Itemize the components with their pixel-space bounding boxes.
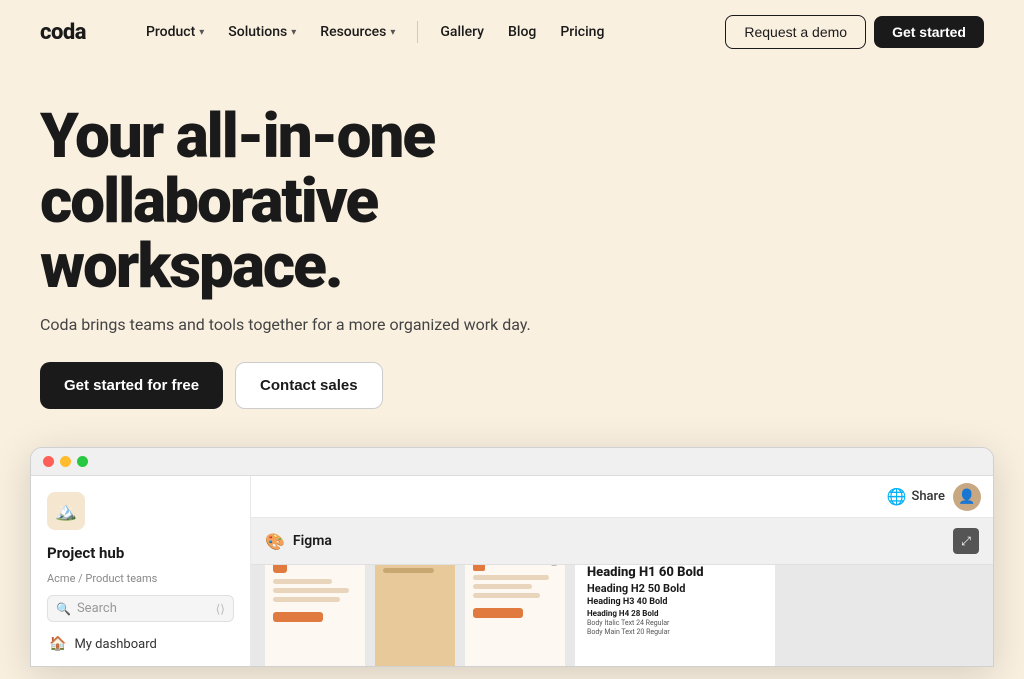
typography-h4: Heading H4 28 Bold (587, 609, 763, 618)
sidebar-search[interactable]: 🔍 Search ⟨⟩ (47, 595, 234, 622)
window-maximize-dot (77, 456, 88, 467)
canvas-area: ≡ Typography Heading H1 60 Bold Heading … (251, 565, 993, 666)
search-icon: 🔍 (56, 602, 71, 616)
nav-item-gallery[interactable]: Gallery (430, 18, 494, 46)
wf-line (273, 588, 349, 593)
wf-menu-icon: ≡ (551, 565, 557, 570)
nav-label-gallery: Gallery (440, 24, 484, 40)
sidebar-subtitle: Acme / Product teams (47, 572, 234, 585)
wf-line (473, 584, 532, 589)
wf-line (383, 568, 434, 573)
main-content: 🌐 Share 👤 🎨 Figma ⤢ (251, 476, 993, 666)
main-topbar: 🌐 Share 👤 (251, 476, 993, 518)
wf-icon-block (273, 565, 287, 573)
nav-links: Product ▾ Solutions ▾ Resources ▾ Galler… (136, 18, 725, 46)
nav-label-pricing: Pricing (560, 24, 604, 40)
nav-item-pricing[interactable]: Pricing (550, 18, 614, 46)
logo[interactable]: coda (40, 20, 86, 45)
request-demo-button[interactable]: Request a demo (725, 15, 866, 49)
wf-button (473, 608, 523, 618)
nav-label-product: Product (146, 24, 195, 40)
wireframe-card-1 (265, 565, 365, 666)
navbar: coda Product ▾ Solutions ▾ Resources ▾ G… (0, 0, 1024, 64)
nav-item-blog[interactable]: Blog (498, 18, 546, 46)
typography-body1: Body Italic Text 24 Regular (587, 619, 763, 627)
window-titlebar (31, 448, 993, 476)
typography-card: Typography Heading H1 60 Bold Heading H2… (575, 565, 775, 666)
window-body: 🏔️ Project hub Acme / Product teams 🔍 Se… (31, 476, 993, 666)
sidebar-logo-area: 🏔️ (47, 492, 234, 530)
nav-label-solutions: Solutions (228, 24, 287, 40)
nav-item-product[interactable]: Product ▾ (136, 18, 214, 46)
get-started-free-button[interactable]: Get started for free (40, 362, 223, 409)
chevron-down-icon: ▾ (390, 27, 395, 38)
sidebar-search-placeholder: Search (77, 601, 117, 616)
app-preview-wrapper: 🏔️ Project hub Acme / Product teams 🔍 Se… (0, 447, 1024, 667)
dashboard-icon: 🏠 (49, 636, 66, 652)
nav-label-blog: Blog (508, 24, 536, 40)
figma-icon: 🎨 (265, 532, 285, 551)
window-close-dot (43, 456, 54, 467)
typography-h3: Heading H3 40 Bold (587, 597, 763, 607)
wf-line (473, 593, 540, 598)
avatar: 👤 (953, 483, 981, 511)
get-started-nav-button[interactable]: Get started (874, 16, 984, 48)
hero-subtext: Coda brings teams and tools together for… (40, 315, 984, 334)
app-window: 🏔️ Project hub Acme / Product teams 🔍 Se… (30, 447, 994, 667)
chevron-down-icon: ▾ (291, 27, 296, 38)
wf-line (473, 575, 549, 580)
hero-section: Your all-in-one collaborative workspace.… (0, 64, 1024, 439)
nav-divider (417, 21, 418, 43)
wf-icon-small (473, 565, 485, 571)
chevron-down-icon: ▾ (199, 27, 204, 38)
wf-group: ≡ (473, 565, 557, 571)
hero-buttons: Get started for free Contact sales (40, 362, 984, 409)
typography-h1: Heading H1 60 Bold (587, 565, 763, 580)
wf-button (273, 612, 323, 622)
share-button[interactable]: 🌐 Share (887, 487, 945, 506)
share-label: Share (911, 489, 945, 504)
hero-headline: Your all-in-one collaborative workspace. (40, 104, 640, 299)
app-sidebar: 🏔️ Project hub Acme / Product teams 🔍 Se… (31, 476, 251, 666)
figma-title: Figma (293, 533, 332, 549)
window-minimize-dot (60, 456, 71, 467)
expand-button[interactable]: ⤢ (953, 528, 979, 554)
wireframe-card-2 (375, 565, 455, 666)
nav-item-resources[interactable]: Resources ▾ (310, 18, 405, 46)
contact-sales-button[interactable]: Contact sales (235, 362, 383, 409)
collapse-icon: ⟨⟩ (216, 602, 225, 616)
typography-body2: Body Main Text 20 Regular (587, 628, 763, 636)
sidebar-logo-icon: 🏔️ (47, 492, 85, 530)
wf-line (273, 597, 340, 602)
figma-area: 🎨 Figma ⤢ (251, 518, 993, 565)
wireframe-card-3: ≡ (465, 565, 565, 666)
sidebar-nav-dashboard-label: My dashboard (74, 637, 156, 652)
sidebar-nav-dashboard[interactable]: 🏠 My dashboard (47, 632, 234, 656)
globe-icon: 🌐 (887, 487, 907, 506)
typography-h2: Heading H2 50 Bold (587, 582, 763, 595)
sidebar-title: Project hub (47, 544, 234, 562)
nav-right: Request a demo Get started (725, 15, 984, 49)
nav-item-solutions[interactable]: Solutions ▾ (218, 18, 306, 46)
nav-label-resources: Resources (320, 24, 386, 40)
wf-line (273, 579, 332, 584)
